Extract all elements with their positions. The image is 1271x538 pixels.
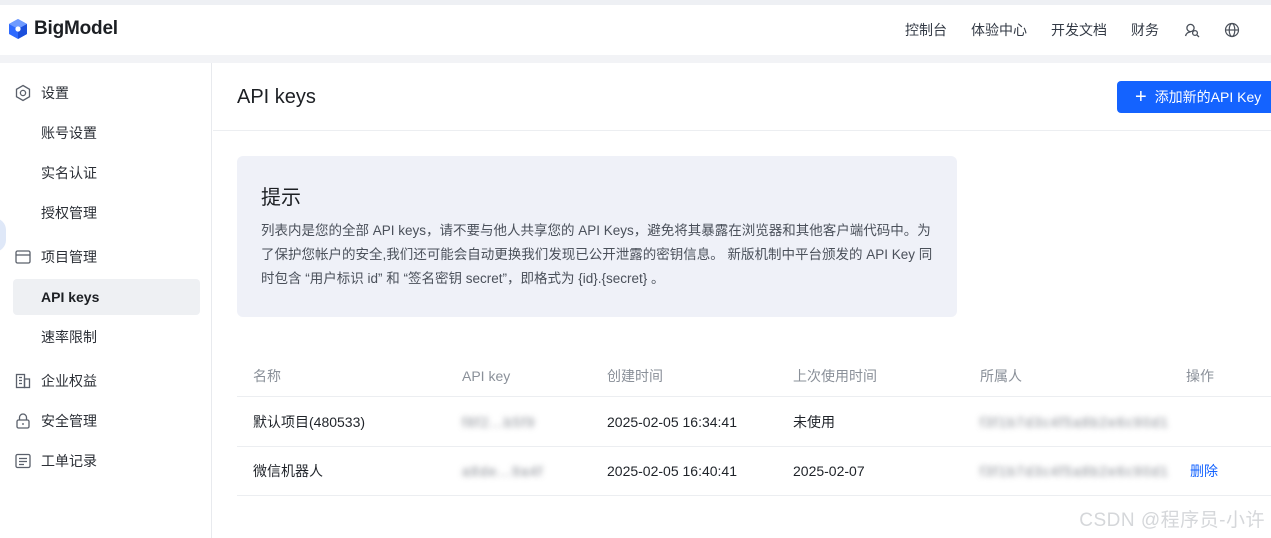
table-row: 默认项目(480533) f8f2...b5f9 2025-02-05 16:3…	[237, 398, 1271, 447]
row-name: 微信机器人	[253, 463, 323, 479]
row-name: 默认项目(480533)	[253, 414, 366, 430]
ticket-icon	[15, 453, 31, 469]
brand-logo[interactable]: BigModel	[8, 18, 118, 40]
table-header: 名称 API key 创建时间 上次使用时间 所属人 操作	[237, 355, 1271, 397]
header-divider	[0, 55, 1271, 63]
nav-dev-docs[interactable]: 开发文档	[1051, 20, 1107, 40]
settings-icon	[15, 84, 31, 102]
col-created: 创建时间	[607, 367, 663, 384]
sidebar-label: 设置	[41, 85, 69, 101]
sidebar-label: 账号设置	[41, 125, 97, 141]
sidebar-label: 项目管理	[41, 249, 97, 265]
sidebar: 设置 账号设置 实名认证 授权管理 项目管理 API keys 速率限制 企业权…	[0, 63, 212, 538]
sidebar-group-security[interactable]: 安全管理	[0, 403, 212, 439]
project-icon	[15, 250, 31, 264]
row-created: 2025-02-05 16:40:41	[607, 463, 737, 479]
row-created: 2025-02-05 16:34:41	[607, 414, 737, 430]
title-divider	[213, 130, 1271, 131]
sidebar-label: 安全管理	[41, 413, 97, 429]
row-last-used: 未使用	[793, 414, 835, 430]
row-last-used: 2025-02-07	[793, 463, 865, 479]
sidebar-label: 授权管理	[41, 205, 97, 221]
bigmodel-logo-icon	[9, 19, 27, 39]
add-api-key-label: 添加新的API Key	[1154, 89, 1262, 105]
sidebar-item-api-keys[interactable]: API keys	[13, 279, 200, 315]
row-owner-masked: f3f1b7d3c4f5a8b2e6c90d1	[980, 414, 1169, 430]
col-api-key: API key	[462, 367, 511, 384]
tip-body: 列表内是您的全部 API keys，请不要与他人共享您的 API Keys，避免…	[261, 223, 933, 286]
nav-experience-center[interactable]: 体验中心	[971, 20, 1027, 40]
tip-panel: 提示 列表内是您的全部 API keys，请不要与他人共享您的 API Keys…	[237, 156, 957, 317]
top-nav: 控制台 体验中心 开发文档 财务	[905, 5, 1271, 55]
sidebar-group-enterprise[interactable]: 企业权益	[0, 363, 212, 399]
sidebar-item-authorization[interactable]: 授权管理	[0, 195, 212, 231]
sidebar-item-realname-verification[interactable]: 实名认证	[0, 155, 212, 191]
sidebar-group-settings[interactable]: 设置	[0, 75, 212, 111]
brand-name: BigModel	[34, 18, 118, 39]
user-search-icon[interactable]	[1183, 21, 1201, 39]
globe-icon[interactable]	[1223, 21, 1241, 39]
sidebar-label: 实名认证	[41, 165, 97, 181]
nav-console[interactable]: 控制台	[905, 20, 947, 40]
watermark: CSDN @程序员-小许	[1079, 510, 1265, 531]
top-header: BigModel 控制台 体验中心 开发文档 财务	[0, 5, 1271, 55]
add-api-key-button[interactable]: + 添加新的API Key	[1117, 81, 1271, 113]
sidebar-label: 工单记录	[41, 453, 97, 469]
sidebar-label: API keys	[41, 289, 100, 305]
sidebar-group-tickets[interactable]: 工单记录	[0, 443, 212, 479]
sidebar-item-rate-limit[interactable]: 速率限制	[0, 319, 212, 355]
row-api-key-masked[interactable]: f8f2...b5f9	[462, 398, 535, 446]
col-owner: 所属人	[980, 367, 1022, 384]
page-title: API keys	[237, 86, 316, 108]
nav-finance[interactable]: 财务	[1131, 20, 1159, 40]
row-owner-masked: f3f1b7d3c4f5a8b2e6c90d1	[980, 463, 1169, 479]
main-content: API keys + 添加新的API Key 提示 列表内是您的全部 API k…	[213, 63, 1271, 538]
tip-title: 提示	[261, 187, 301, 209]
sidebar-label: 企业权益	[41, 373, 97, 389]
col-name: 名称	[253, 367, 281, 384]
lock-icon	[16, 413, 30, 429]
sidebar-item-account-settings[interactable]: 账号设置	[0, 115, 212, 151]
building-icon	[15, 373, 31, 389]
plus-icon: +	[1135, 86, 1147, 108]
sidebar-group-projects[interactable]: 项目管理	[0, 239, 212, 275]
table-row: 微信机器人 a8de...9a4f 2025-02-05 16:40:41 20…	[237, 447, 1271, 496]
col-last-used: 上次使用时间	[793, 367, 877, 384]
sidebar-label: 速率限制	[41, 329, 97, 345]
row-api-key-masked[interactable]: a8de...9a4f	[462, 447, 543, 495]
col-actions: 操作	[1186, 367, 1214, 384]
delete-button[interactable]: 删除	[1190, 447, 1218, 495]
